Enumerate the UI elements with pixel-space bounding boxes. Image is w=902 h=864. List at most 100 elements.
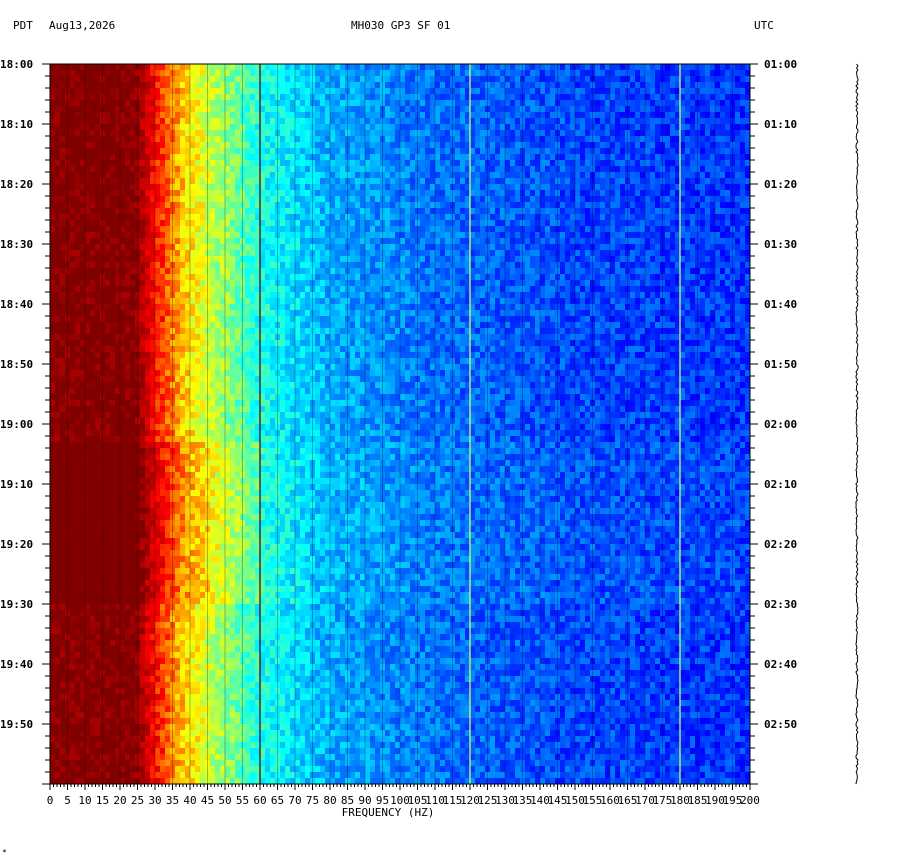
heatmap-cell [230,232,236,239]
heatmap-cell [165,112,171,119]
heatmap-cell [60,178,66,185]
heatmap-cell [710,214,716,221]
heatmap-cell [90,130,96,137]
heatmap-cell [500,142,506,149]
heatmap-cell [735,238,741,245]
heatmap-cell [195,172,201,179]
heatmap-cell [540,202,546,209]
heatmap-cell [185,148,191,155]
heatmap-cell [95,226,101,233]
heatmap-cell [220,118,226,125]
heatmap-cell [365,274,371,281]
heatmap-cell [455,94,461,101]
heatmap-cell [270,256,276,263]
heatmap-cell [200,88,206,95]
heatmap-cell [225,274,231,281]
heatmap-cell [160,100,166,107]
heatmap-cell [225,262,231,269]
heatmap-cell [475,82,481,89]
heatmap-cell [635,136,641,143]
heatmap-cell [315,166,321,173]
heatmap-cell [665,148,671,155]
heatmap-cell [725,214,731,221]
heatmap-cell [720,64,726,71]
heatmap-cell [105,250,111,257]
heatmap-cell [425,88,431,95]
heatmap-cell [720,106,726,113]
heatmap-cell [645,148,651,155]
heatmap-cell [680,100,686,107]
heatmap-cell [360,100,366,107]
heatmap-cell [90,202,96,209]
heatmap-cell [245,166,251,173]
heatmap-cell [175,130,181,137]
heatmap-cell [115,160,121,167]
heatmap-cell [365,112,371,119]
heatmap-cell [70,118,76,125]
heatmap-cell [145,166,151,173]
heatmap-cell [340,88,346,95]
heatmap-cell [315,118,321,125]
heatmap-cell [405,160,411,167]
heatmap-cell [260,172,266,179]
heatmap-cell [495,250,501,257]
heatmap-cell [210,262,216,269]
heatmap-cell [250,202,256,209]
heatmap-cell [260,190,266,197]
heatmap-cell [545,88,551,95]
heatmap-cell [335,172,341,179]
heatmap-cell [140,112,146,119]
heatmap-cell [490,262,496,269]
heatmap-cell [720,190,726,197]
heatmap-cell [480,94,486,101]
heatmap-cell [560,196,566,203]
heatmap-cell [130,256,136,263]
heatmap-cell [525,166,531,173]
heatmap-cell [400,118,406,125]
heatmap-cell [330,178,336,185]
heatmap-cell [700,106,706,113]
heatmap-cell [375,172,381,179]
heatmap-cell [320,124,326,131]
heatmap-cell [610,244,616,251]
heatmap-cell [700,118,706,125]
heatmap-cell [280,172,286,179]
heatmap-cell [455,136,461,143]
heatmap-cell [545,244,551,251]
heatmap-cell [270,130,276,137]
heatmap-cell [210,136,216,143]
heatmap-cell [560,148,566,155]
heatmap-cell [80,184,86,191]
heatmap-cell [155,154,161,161]
heatmap-cell [515,172,521,179]
heatmap-cell [740,136,746,143]
heatmap-cell [720,202,726,209]
heatmap-cell [630,106,636,113]
heatmap-cell [175,136,181,143]
heatmap-cell [715,202,721,209]
heatmap-cell [390,166,396,173]
heatmap-cell [200,244,206,251]
heatmap-cell [55,100,61,107]
heatmap-cell [570,142,576,149]
heatmap-cell [80,232,86,239]
heatmap-cell [535,202,541,209]
heatmap-cell [210,154,216,161]
heatmap-cell [665,112,671,119]
heatmap-cell [355,106,361,113]
heatmap-cell [300,208,306,215]
heatmap-cell [125,70,131,77]
heatmap-cell [305,100,311,107]
heatmap-cell [570,262,576,269]
heatmap-cell [355,172,361,179]
heatmap-cell [525,88,531,95]
heatmap-cell [80,274,86,281]
heatmap-cell [155,238,161,245]
heatmap-cell [610,142,616,149]
heatmap-cell [665,118,671,125]
heatmap-cell [335,100,341,107]
heatmap-cell [150,256,156,263]
heatmap-cell [220,232,226,239]
heatmap-cell [735,262,741,269]
heatmap-cell [655,262,661,269]
